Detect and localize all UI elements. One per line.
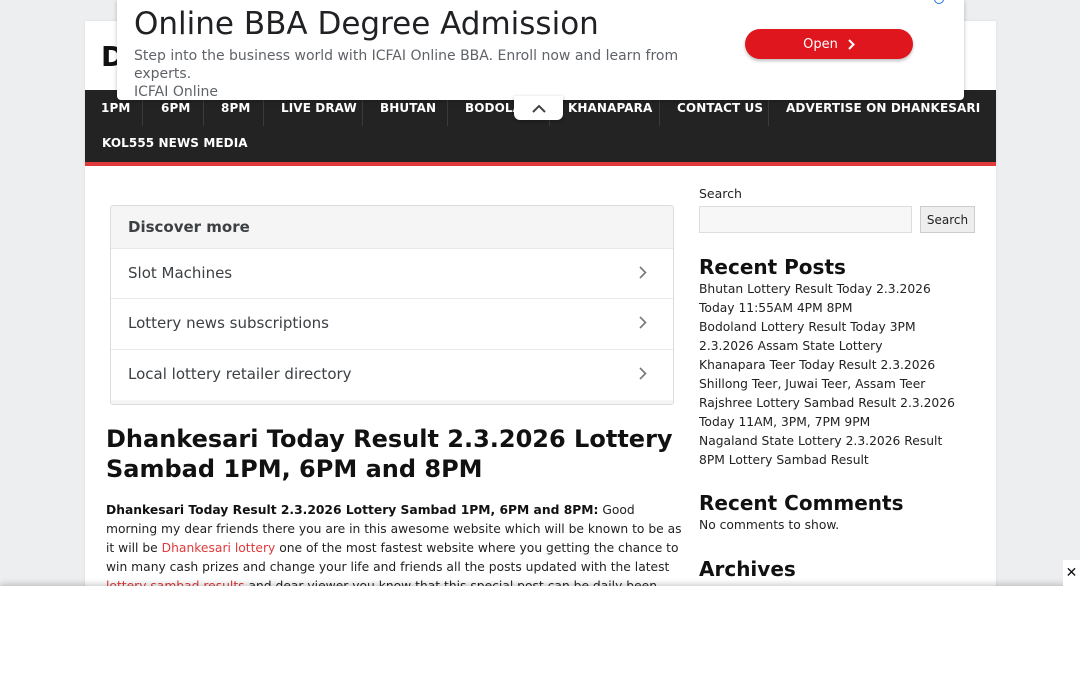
ad-title[interactable]: Online BBA Degree Admission [134, 6, 599, 42]
ad-description-text: Step into the business world with ICFAI … [134, 48, 679, 82]
nav-item-khanapara[interactable]: KHANAPARA [568, 101, 652, 115]
recent-post-link[interactable]: Khanapara Teer Today Result 2.3.2026 Shi… [699, 356, 969, 394]
nav-item-bhutan[interactable]: BHUTAN [380, 101, 436, 115]
discover-item-slot-machines[interactable]: Slot Machines [111, 248, 673, 299]
ad-open-label: Open [803, 36, 838, 52]
recent-post-link[interactable]: Bhutan Lottery Result Today 2.3.2026 Tod… [699, 280, 969, 318]
ad-advertiser: ICFAI Online [134, 84, 218, 100]
sidebar: Search Search Recent Posts Bhutan Lotter… [699, 186, 979, 581]
post-lead: Dhankesari Today Result 2.3.2026 Lottery… [106, 503, 599, 517]
discover-more-box: Discover more Slot Machines Lottery news… [110, 205, 674, 405]
discover-item-lottery-news[interactable]: Lottery news subscriptions [111, 298, 673, 349]
archives-heading: Archives [699, 557, 796, 581]
dhankesari-lottery-link[interactable]: Dhankesari lottery [162, 541, 276, 555]
ad-description: Step into the business world with ICFAI … [134, 47, 724, 101]
nav-item-advertise[interactable]: ADVERTISE ON DHANKESARI [786, 101, 980, 115]
discover-title: Discover more [128, 218, 250, 236]
chevron-up-icon [531, 104, 546, 113]
recent-posts-heading: Recent Posts [699, 255, 846, 279]
nav-item-6pm[interactable]: 6PM [161, 101, 190, 115]
bottom-ad-area [0, 586, 1080, 675]
discover-item-retailer-directory[interactable]: Local lottery retailer directory [111, 349, 673, 400]
chevron-right-icon [639, 367, 647, 380]
close-ad-button[interactable]: ✕ [1063, 560, 1080, 586]
chevron-right-icon [848, 38, 855, 50]
nav-item-8pm[interactable]: 8PM [221, 101, 250, 115]
nav-item-kol555[interactable]: KOL555 NEWS MEDIA [102, 136, 248, 150]
nav-item-contact-us[interactable]: CONTACT US [677, 101, 763, 115]
chevron-right-icon [639, 266, 647, 279]
collapse-ad-button[interactable] [514, 96, 563, 120]
nav-item-1pm[interactable]: 1PM [101, 101, 130, 115]
nav-item-live-draw[interactable]: LIVE DRAW [281, 101, 357, 115]
ad-open-button[interactable]: Open [745, 29, 913, 59]
search-input[interactable] [699, 206, 912, 233]
ad-info-icon[interactable] [934, 0, 956, 6]
search-label: Search [699, 186, 742, 201]
discover-item-label: Slot Machines [128, 264, 233, 282]
recent-post-link[interactable]: Nagaland State Lottery 2.3.2026 Result 8… [699, 432, 969, 470]
no-comments-text: No comments to show. [699, 518, 840, 532]
recent-post-link[interactable]: Bodoland Lottery Result Today 3PM 2.3.20… [699, 318, 969, 356]
recent-post-link[interactable]: Rajshree Lottery Sambad Result 2.3.2026 … [699, 394, 969, 432]
top-ad-banner[interactable]: Online BBA Degree Admission Step into th… [117, 0, 964, 100]
search-button[interactable]: Search [920, 206, 975, 233]
discover-item-label: Local lottery retailer directory [128, 365, 352, 383]
discover-item-label: Lottery news subscriptions [128, 314, 329, 332]
recent-comments-heading: Recent Comments [699, 491, 904, 515]
post-title: Dhankesari Today Result 2.3.2026 Lottery… [106, 425, 673, 483]
recent-posts-list: Bhutan Lottery Result Today 2.3.2026 Tod… [699, 280, 969, 470]
chevron-right-icon [639, 316, 647, 329]
